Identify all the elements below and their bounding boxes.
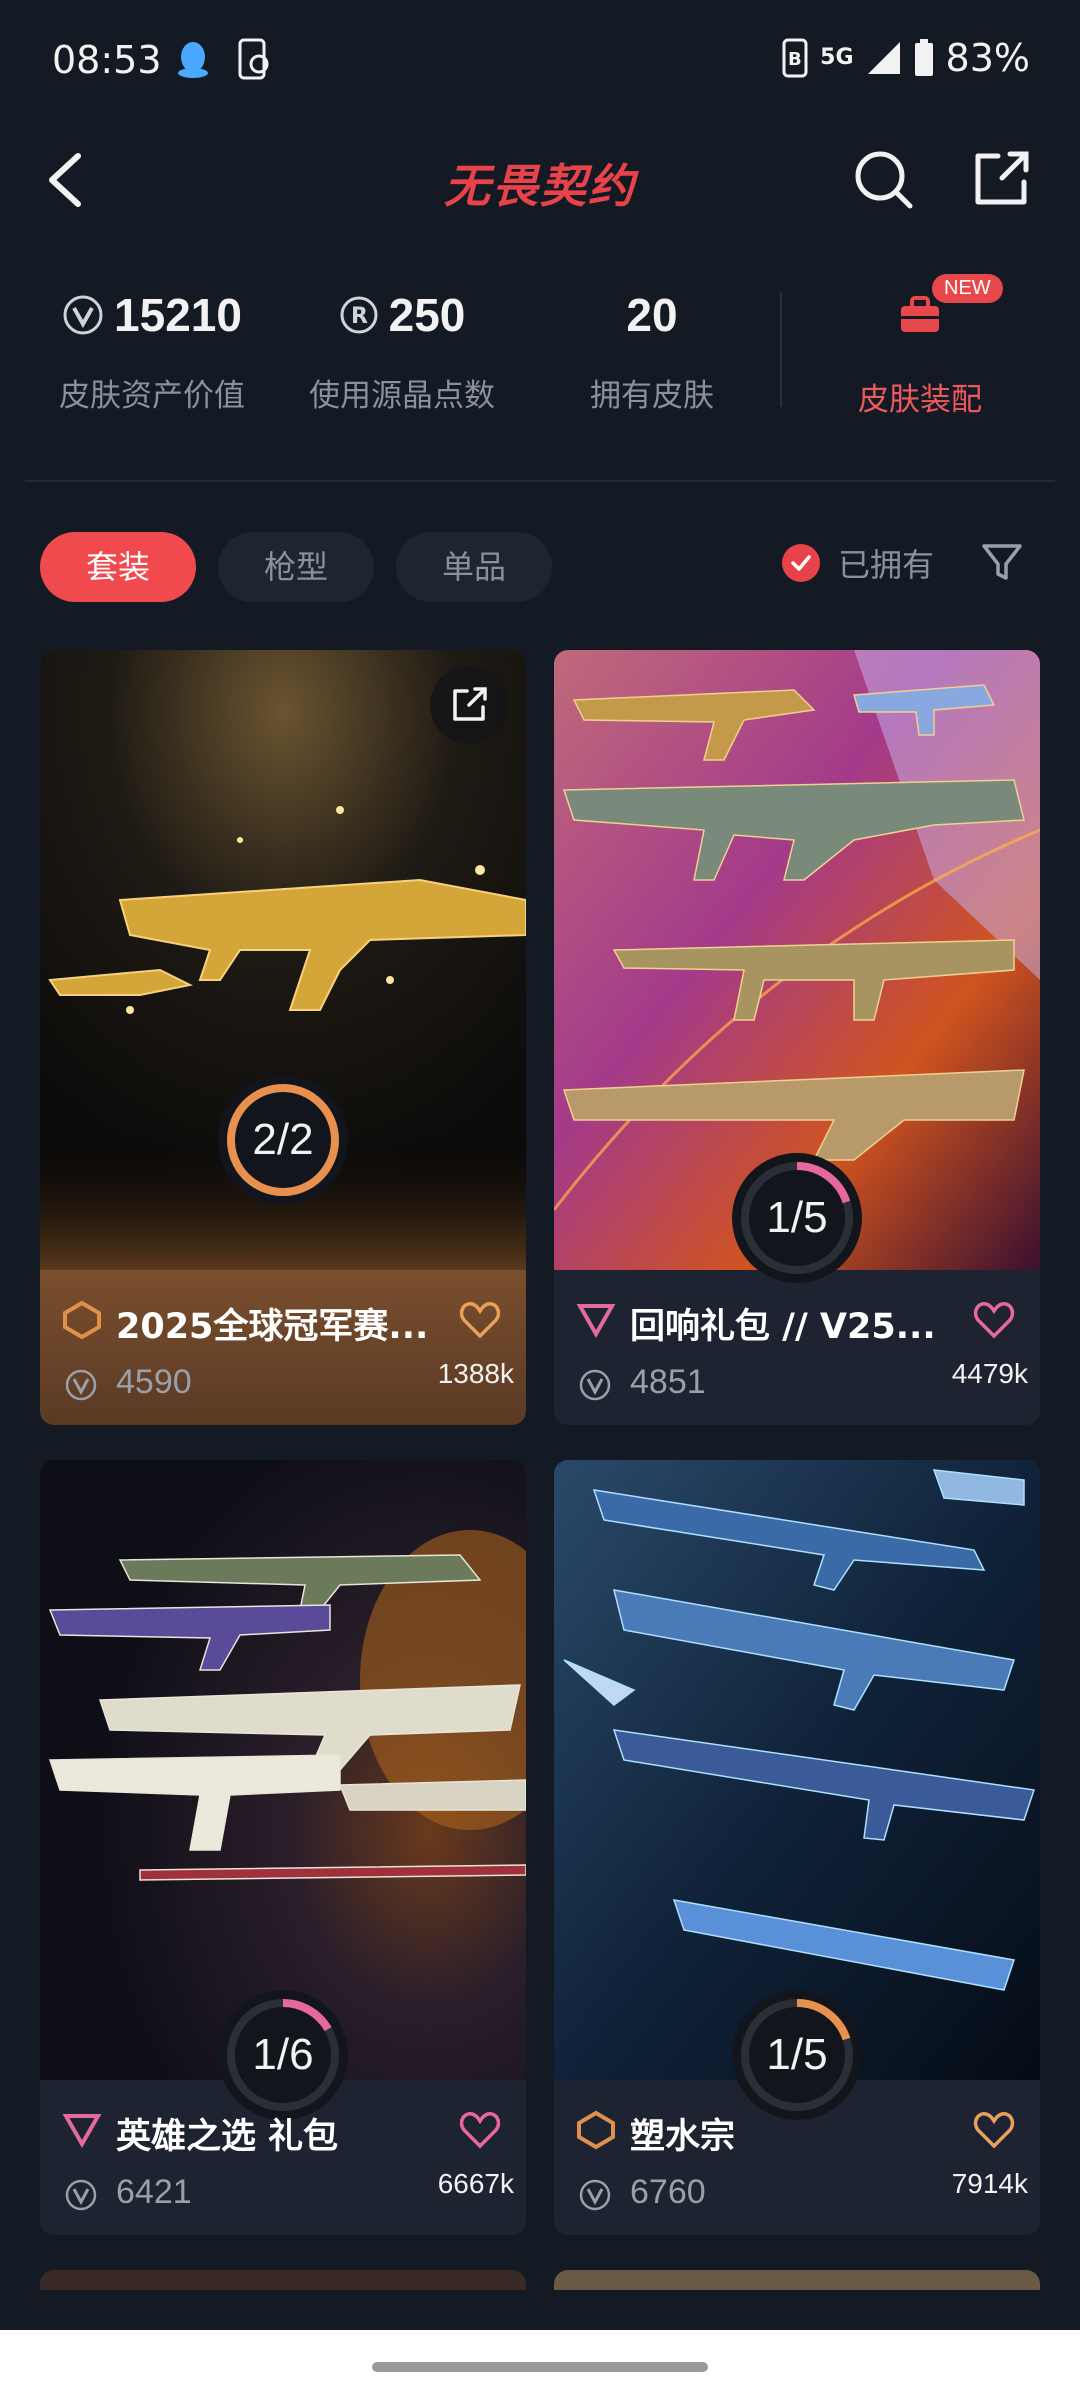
battery-icon: [914, 39, 933, 76]
stat-value: 20: [626, 289, 678, 341]
card-info: 2025全球冠军赛... 4590 1388k: [40, 1270, 526, 1425]
vp-coin-icon: [65, 2179, 97, 2211]
ultra-tier-icon: [576, 1304, 616, 1339]
progress-text: 1/5: [766, 2030, 828, 2079]
svg-text:R: R: [351, 304, 368, 329]
exclusive-tier-icon: [63, 1300, 101, 1340]
favorite-heart-icon[interactable]: [458, 2108, 502, 2152]
bundle-name: 2025全球冠军赛...: [116, 1307, 429, 1347]
tab-bundles[interactable]: 套装: [40, 532, 197, 602]
new-badge: NEW: [932, 274, 1003, 303]
bundle-name: 英雄之选 礼包: [116, 2117, 339, 2157]
progress-text: 2/2: [252, 1115, 314, 1164]
checkmark-icon: [782, 544, 820, 582]
bundle-name: 塑水宗: [630, 2117, 736, 2157]
vp-coin-icon: [579, 2179, 611, 2211]
bundle-card[interactable]: 1/6 英雄之选 礼包 6421 6667k: [40, 1460, 526, 2235]
owned-filter-toggle[interactable]: 已拥有: [782, 540, 934, 586]
like-count: 7914k: [951, 2168, 1028, 2199]
bundle-price: 6421: [116, 2173, 192, 2211]
favorite-heart-icon[interactable]: [458, 1298, 502, 1342]
page-title: 无畏契约: [444, 159, 636, 213]
stat-owned-skins: 20 拥有皮肤: [552, 280, 752, 415]
filter-funnel-icon[interactable]: [980, 540, 1024, 584]
battery-percent: 83%: [945, 36, 1030, 80]
network-type: 5G: [820, 45, 854, 70]
tab-single-items[interactable]: 单品: [396, 532, 553, 602]
status-time: 08:53: [52, 38, 162, 82]
collection-progress-ring: 2/2: [218, 1075, 348, 1205]
qq-penguin-icon: [178, 42, 208, 78]
card-info: 塑水宗 6760 7914k: [554, 2080, 1040, 2235]
stat-radianite: R 250 使用源晶点数: [302, 280, 502, 415]
favorite-heart-icon[interactable]: [972, 2108, 1016, 2152]
like-count: 4479k: [951, 1358, 1028, 1389]
tab-weapon-type[interactable]: 枪型: [218, 532, 375, 602]
svg-text:B: B: [788, 49, 802, 70]
signal-icon: [867, 42, 900, 74]
search-icon[interactable]: [850, 146, 916, 212]
bundle-artwork: [554, 1460, 1040, 2080]
share-icon: [453, 687, 487, 721]
divider: [25, 480, 1055, 482]
exclusive-tier-icon: [577, 2110, 615, 2150]
stat-label: 皮肤资产价值: [59, 378, 245, 414]
stat-label: 皮肤装配: [858, 382, 982, 418]
like-count: 1388k: [437, 1358, 514, 1389]
skin-loadout-button[interactable]: NEW 皮肤装配: [840, 274, 1003, 419]
toolbox-icon: [901, 296, 939, 332]
status-system-icons: B 5G 83%: [782, 36, 1030, 80]
divider: [780, 292, 782, 407]
progress-text: 1/6: [252, 2030, 314, 2079]
bundle-card[interactable]: 1/5 回响礼包 // V25... 4851 4479k: [554, 650, 1040, 1425]
app-header: 无畏契约: [0, 130, 1080, 230]
ultra-tier-icon: [62, 2114, 102, 2149]
bundle-price: 4590: [116, 1363, 192, 1401]
bundle-price: 6760: [630, 2173, 706, 2211]
bundle-artwork: [40, 1460, 526, 2080]
asset-stats: 15210 皮肤资产价值 R 250 使用源晶点数 20 拥有皮肤 NEW 皮肤…: [0, 274, 1080, 430]
bundle-card[interactable]: 2/2 2025全球冠军赛... 4590 1388k: [40, 650, 526, 1425]
stat-label: 使用源晶点数: [309, 378, 495, 414]
system-nav-bar: [0, 2330, 1080, 2400]
bundle-card[interactable]: 1/5 塑水宗 6760 7914k: [554, 1460, 1040, 2235]
stat-label: 拥有皮肤: [590, 378, 714, 414]
bundle-name: 回响礼包 // V25...: [630, 1307, 936, 1347]
next-card-peek: [40, 2270, 526, 2290]
card-info: 英雄之选 礼包 6421 6667k: [40, 2080, 526, 2235]
stat-value: 15210: [114, 289, 242, 341]
bundle-price: 4851: [630, 1363, 706, 1401]
vp-coin-icon: [579, 1369, 611, 1401]
progress-text: 1/5: [766, 1193, 828, 1242]
radianite-icon: R: [340, 296, 378, 334]
category-tabs: 套装 枪型 单品: [40, 532, 553, 602]
next-card-peek: [554, 2270, 1040, 2290]
home-indicator[interactable]: [372, 2362, 708, 2372]
owned-filter-label: 已拥有: [838, 546, 935, 584]
share-icon[interactable]: [970, 148, 1032, 210]
collection-progress-ring: 1/5: [732, 1153, 862, 1283]
stat-value: 250: [388, 289, 466, 341]
favorite-heart-icon[interactable]: [972, 1298, 1016, 1342]
card-share-button[interactable]: [430, 666, 508, 744]
card-info: 回响礼包 // V25... 4851 4479k: [554, 1270, 1040, 1425]
status-bar: 08:53 B 5G 83%: [0, 0, 1080, 120]
phone-sync-icon: [238, 38, 269, 80]
like-count: 6667k: [437, 2168, 514, 2199]
hd-icon: B: [782, 38, 808, 78]
status-notification-icons: [175, 38, 271, 80]
stat-skin-value: 15210 皮肤资产价值: [52, 280, 252, 415]
vp-coin-icon: [63, 295, 103, 335]
vp-coin-icon: [65, 1369, 97, 1401]
